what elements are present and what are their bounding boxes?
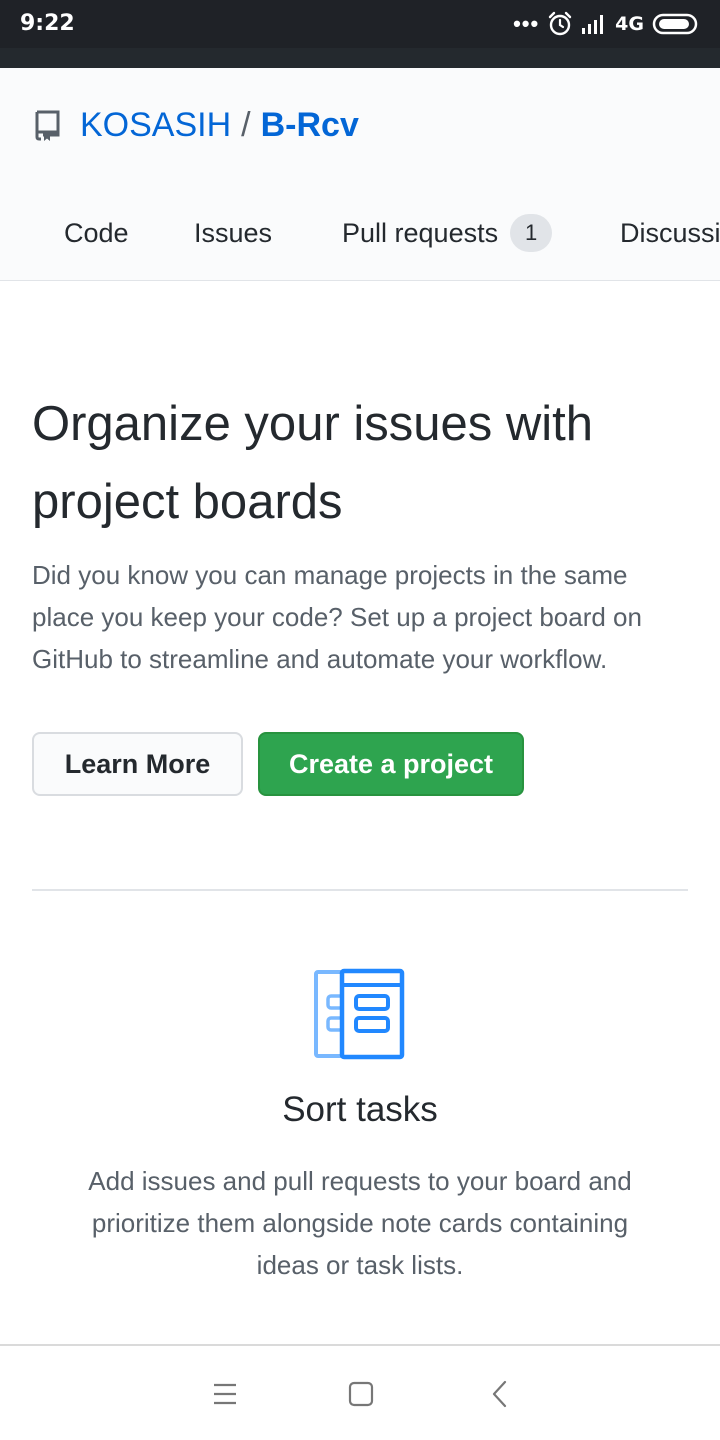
- tab-issues-label: Issues: [194, 217, 273, 248]
- project-board-icon: [314, 968, 405, 1060]
- tab-code-label: Code: [64, 217, 129, 248]
- more-dots: •••: [513, 11, 540, 36]
- create-project-button[interactable]: Create a project: [258, 732, 524, 796]
- repo-icon: [35, 110, 60, 141]
- page-heading: Organize your issues with project boards: [32, 397, 594, 529]
- status-time: 9:22: [20, 11, 75, 36]
- repo-separator: /: [241, 106, 251, 144]
- section-divider: [32, 889, 688, 891]
- tab-pull-requests[interactable]: Pull requests 1: [342, 208, 553, 258]
- tab-discussions[interactable]: Discussi: [620, 208, 720, 258]
- lead-paragraph: Did you know you can manage projects in …: [32, 560, 642, 674]
- feature-description: Add issues and pull requests to your boa…: [88, 1166, 632, 1280]
- tab-issues[interactable]: Issues: [194, 208, 272, 258]
- repo-tabs: Code Issues Pull requests 1 Discussi: [0, 208, 720, 258]
- repo-title: KOSASIH / B-Rcv: [32, 106, 359, 145]
- back-icon[interactable]: [477, 1372, 521, 1416]
- feature-title: Sort tasks: [282, 1090, 438, 1129]
- signal-icon: [582, 15, 604, 34]
- network-type: 4G: [615, 13, 644, 35]
- repo-header: KOSASIH / B-Rcv Code Issues Pull request…: [0, 68, 720, 281]
- learn-more-button[interactable]: Learn More: [32, 732, 243, 796]
- battery-icon: [652, 13, 698, 35]
- tab-code[interactable]: Code: [64, 208, 129, 258]
- repo-owner-link[interactable]: KOSASIH: [80, 106, 231, 145]
- tab-discussions-label: Discussi: [620, 217, 720, 248]
- repo-name-link[interactable]: B-Rcv: [261, 106, 359, 145]
- alarm-icon: [548, 11, 572, 36]
- app-top-strip: [0, 48, 720, 68]
- pull-requests-count-badge: 1: [510, 214, 553, 252]
- menu-icon[interactable]: [203, 1372, 247, 1416]
- tab-pull-requests-label: Pull requests: [342, 217, 499, 248]
- system-nav-bar: [0, 1344, 720, 1440]
- home-square-icon[interactable]: [339, 1372, 383, 1416]
- status-bar: 9:22 ••• 4G: [0, 0, 720, 48]
- status-icons: ••• 4G: [513, 10, 700, 38]
